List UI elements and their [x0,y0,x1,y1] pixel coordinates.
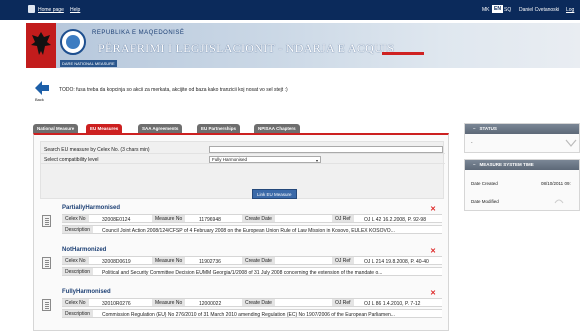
back-label[interactable]: Back [35,97,44,102]
date-created-value: 08/10/2011 09: [541,181,571,186]
result-desc-row: Description Commission Regulation (EU) N… [62,309,442,318]
measure-value: 11796948 [199,217,221,223]
home-page-link[interactable]: Home page [38,7,64,13]
celex-value: 32010R0276 [102,301,131,307]
logout-link[interactable]: Log [566,7,574,13]
compat-label: Select compatibility level [44,157,99,163]
description-value: Political and Security Committee Decisio… [102,270,383,276]
ojref-value: OJ L 42 16.2.2008, P. 92-98 [364,217,426,223]
banner-subtitle: REPUBLIKA E MAQEDONISË [92,30,185,36]
result-meta-row: Celex No 32008D0619 Measure No 11902736 … [62,256,442,265]
result-item: NotHarmonized ✕ Celex No 32008D0619 Meas… [40,247,444,287]
celex-value: 32008E0124 [102,217,131,223]
description-value: Council Joint Action 2008/124/CFSP of 4 … [102,228,395,234]
celex-label: Celex No [62,299,89,306]
description-label: Description [62,310,94,317]
tab-saa-agreements[interactable]: SAA Agreements [138,124,183,133]
delete-icon[interactable]: ✕ [430,205,436,213]
description-label: Description [62,226,94,233]
compat-select[interactable]: Fully Harmonised ▾ [209,156,321,163]
ojref-value: OJ L 86 1.4.2010, P. 7-12 [364,301,421,307]
tab-eu-measures[interactable]: EU Measures [86,124,123,133]
result-meta-row: Celex No 32008E0124 Measure No 11796948 … [62,214,442,223]
banner-accent-bar [382,52,424,55]
measure-label: Measure No [152,257,186,264]
refresh-icon [554,199,564,204]
albanian-eagle-icon [31,32,51,55]
link-eu-measure-button[interactable]: Link EU Measure [252,189,297,199]
celex-value: 32008D0619 [102,259,131,265]
measure-label: Measure No [152,299,186,306]
date-label: Create Date [242,299,275,306]
back-arrow-icon[interactable] [34,80,50,96]
measure-value: 12000022 [199,301,222,307]
measure-label: Measure No [152,215,186,222]
tab-eu-partnerships[interactable]: EU Partnerships [197,124,241,133]
lang-en[interactable]: EN [492,5,503,13]
lang-sq[interactable]: SQ [504,7,511,13]
result-title[interactable]: PartiallyHarmonised [62,205,120,211]
delete-icon[interactable]: ✕ [430,289,436,297]
system-time-box: – MEASURE SYSTEM TIME Date Created 08/10/… [464,159,580,211]
result-desc-row: Description Council Joint Action 2008/12… [62,225,442,234]
government-logo-icon [60,29,86,55]
description-value: Commission Regulation (EU) No 276/2010 o… [102,312,395,318]
document-icon [42,215,51,227]
status-title: STATUS [479,126,497,131]
date-label: Create Date [242,257,275,264]
chevron-down-icon[interactable] [565,138,577,148]
status-box: – STATUS - [464,123,580,153]
banner-title: PËRAFRIMI I LEGJISLACIONIT - NDARJA E AC… [98,41,395,55]
chevron-down-icon: ▾ [315,158,318,163]
tab-national-measure[interactable]: National Measure [33,124,79,133]
user-name: Daniel Cvetanoski [519,7,560,13]
compat-row: Select compatibility level Fully Harmoni… [41,155,445,164]
date-created-label: Date Created [471,181,498,186]
celex-search-input[interactable] [209,146,443,153]
ojref-label: OJ Ref [332,299,354,306]
system-time-title: MEASURE SYSTEM TIME [479,162,534,167]
celex-search-label: Search EU measure by Celex No. (3 chars … [44,147,150,153]
result-title[interactable]: NotHarmonized [62,247,106,253]
result-meta-row: Celex No 32010R0276 Measure No 12000022 … [62,298,442,307]
ojref-value: OJ L 214 19.8.2008, P. 40-40 [364,259,429,265]
home-icon[interactable] [28,5,35,13]
system-time-header: – MEASURE SYSTEM TIME [465,160,579,170]
search-form: Search EU measure by Celex No. (3 chars … [40,141,445,199]
todo-note: TODO: fusa treba da kopcinja so akcii za… [59,87,288,93]
lang-mk[interactable]: MK [482,7,490,13]
eu-measures-panel: Search EU measure by Celex No. (3 chars … [33,133,449,331]
celex-label: Celex No [62,215,89,222]
header-banner: REPUBLIKA E MAQEDONISË PËRAFRIMI I LEGJI… [26,23,580,68]
compat-select-value: Fully Harmonised [212,157,248,162]
result-title[interactable]: FullyHarmonised [62,289,111,295]
measure-value: 11902736 [199,259,221,265]
delete-icon[interactable]: ✕ [430,247,436,255]
description-label: Description [62,268,94,275]
help-link[interactable]: Help [70,7,80,13]
celex-search-row: Search EU measure by Celex No. (3 chars … [41,145,445,154]
ojref-label: OJ Ref [332,215,354,222]
celex-label: Celex No [62,257,89,264]
result-item: FullyHarmonised ✕ Celex No 32010R0276 Me… [40,289,444,329]
status-header: – STATUS [465,124,579,134]
top-bar: Home page Help MK EN SQ Daniel Cvetanosk… [0,0,580,20]
document-icon [42,257,51,269]
date-label: Create Date [242,215,275,222]
tab-npisaa-chapters[interactable]: NPISAA Chapters [254,124,300,133]
ojref-label: OJ Ref [332,257,354,264]
banner-org: DARE NATIONAL MEASURE [60,60,117,67]
document-icon [42,299,51,311]
result-item: PartiallyHarmonised ✕ Celex No 32008E012… [40,205,444,245]
result-desc-row: Description Political and Security Commi… [62,267,442,276]
date-modified-label: Date Modified [471,199,499,204]
status-value: - [471,140,473,145]
